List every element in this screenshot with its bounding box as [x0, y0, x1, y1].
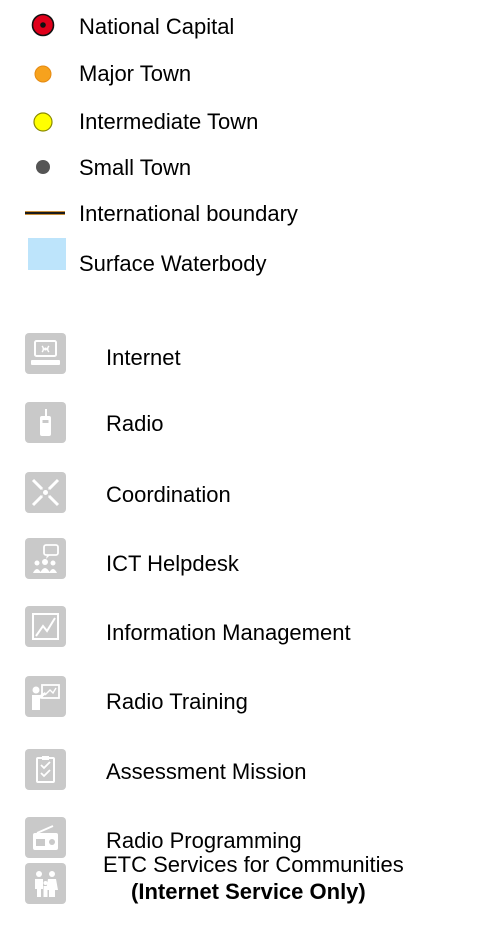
small-town-icon — [36, 160, 50, 174]
assessment-mission-icon — [25, 749, 66, 790]
international-boundary-icon — [25, 211, 65, 215]
radio-programming-icon — [25, 817, 66, 858]
service-label-radio-training: Radio Training — [106, 689, 248, 714]
legend-label-intermediate-town: Intermediate Town — [79, 109, 259, 134]
service-label-communities-note: (Internet Service Only) — [131, 879, 366, 904]
waterbody-icon — [28, 238, 66, 270]
service-label-communities: ETC Services for Communities (Internet S… — [103, 851, 404, 905]
intermediate-town-icon — [33, 112, 53, 132]
service-label-internet: Internet — [106, 345, 181, 370]
service-label-information-management: Information Management — [106, 620, 351, 645]
legend-label-major-town: Major Town — [79, 61, 192, 86]
legend-label-international-boundary: International boundary — [79, 201, 298, 226]
legend-label-national-capital: National Capital — [79, 14, 235, 39]
coordination-icon — [25, 472, 66, 513]
communities-icon — [25, 863, 66, 904]
major-town-icon — [34, 65, 52, 83]
radio-training-icon — [25, 676, 66, 717]
radio-icon — [25, 402, 66, 443]
legend-label-surface-waterbody: Surface Waterbody — [79, 251, 267, 276]
service-label-assessment-mission: Assessment Mission — [106, 759, 307, 784]
legend-label-small-town: Small Town — [79, 155, 192, 180]
service-label-ict-helpdesk: ICT Helpdesk — [106, 551, 239, 576]
information-management-icon — [25, 606, 66, 647]
national-capital-icon — [31, 13, 55, 37]
service-label-coordination: Coordination — [106, 482, 231, 507]
ict-helpdesk-icon — [25, 538, 66, 579]
service-label-communities-title: ETC Services for Communities — [103, 852, 404, 877]
service-label-radio: Radio — [106, 411, 164, 436]
internet-icon — [25, 333, 66, 374]
